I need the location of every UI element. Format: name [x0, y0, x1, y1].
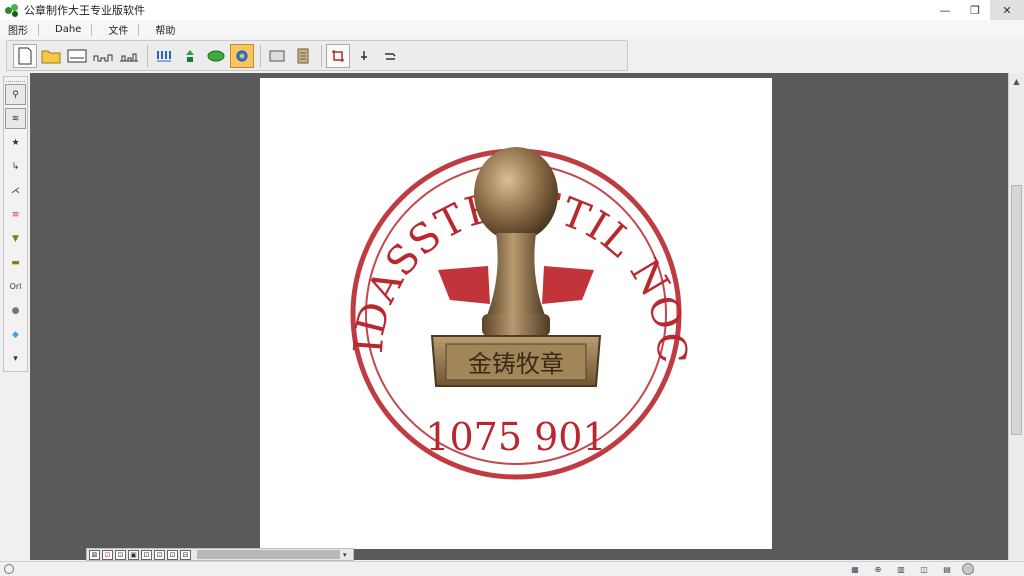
status-layer-icon[interactable]: ▥: [895, 563, 907, 575]
page-button-1[interactable]: ⊠: [89, 549, 100, 560]
close-button[interactable]: ✕: [990, 0, 1024, 20]
status-snap-icon[interactable]: ◫: [918, 563, 930, 575]
stamp-collar: [482, 314, 550, 336]
graph-shape-icon: [120, 53, 138, 61]
document-page[interactable]: YRAIDASSTRETTIL NOCEIK 1075 901 金铸牧章: [260, 78, 772, 549]
stamp-icon: [297, 48, 309, 63]
page-strip-dropdown-icon[interactable]: ▾: [343, 551, 353, 559]
fill-button[interactable]: [204, 44, 228, 68]
rotate-button[interactable]: [352, 44, 376, 68]
menu-divider: [138, 23, 140, 36]
frame-button[interactable]: [265, 44, 289, 68]
page-button-7[interactable]: ⊡: [167, 549, 178, 560]
restore-button[interactable]: ❐: [960, 0, 990, 20]
minimize-button[interactable]: —: [930, 0, 960, 20]
stamp-neck: [486, 233, 546, 318]
layers-icon[interactable]: ≋: [5, 108, 26, 129]
align-button[interactable]: [152, 44, 176, 68]
gradient-tool-icon[interactable]: ≡: [5, 204, 26, 225]
arrow-tool-icon[interactable]: ↳: [5, 156, 26, 177]
crop-button[interactable]: [326, 43, 350, 68]
main-toolbar: [6, 40, 628, 71]
menu-item-help[interactable]: 帮助: [153, 22, 177, 37]
wave-shape-button[interactable]: [91, 44, 115, 68]
line-shape-button[interactable]: [65, 44, 89, 68]
menu-item-dahe[interactable]: Dahe: [53, 24, 83, 35]
menu-divider: [91, 23, 93, 36]
scroll-up-icon[interactable]: ▲: [1009, 73, 1024, 89]
page-button-4[interactable]: ▣: [128, 549, 139, 560]
align-icon: [157, 50, 171, 61]
open-folder-icon: [41, 50, 61, 63]
open-folder-button[interactable]: [39, 44, 63, 68]
crop-icon: [332, 49, 344, 62]
canvas-area[interactable]: YRAIDASSTRETTIL NOCEIK 1075 901 金铸牧章: [30, 73, 1008, 560]
menu-item-file[interactable]: 文件: [106, 22, 130, 37]
page-button-8[interactable]: ⊟: [180, 549, 191, 560]
toolbar-divider: [260, 44, 261, 67]
status-ruler-icon[interactable]: ▤: [941, 563, 953, 575]
menu-divider: [38, 23, 39, 36]
stamp-ring-text-top: YRAIDASSTRETTIL NOCEIK: [260, 78, 695, 365]
fill-tool-icon[interactable]: ▬: [5, 252, 26, 273]
window-title: 公章制作大王专业版软件: [24, 4, 145, 17]
recycle-icon: [186, 49, 194, 62]
star-tool-icon[interactable]: ★: [5, 132, 26, 153]
drop-tool-icon[interactable]: ●: [5, 300, 26, 321]
toolbar-divider: [321, 44, 322, 67]
ribbon-right: [542, 266, 594, 304]
stamp-knob: [474, 147, 558, 241]
menu-bar: 图形 Dahe 文件 帮助: [0, 20, 1024, 39]
text-tool-icon[interactable]: Orl: [5, 276, 26, 297]
app-logo-icon: [4, 2, 20, 18]
recycle-button[interactable]: [178, 44, 202, 68]
lasso-icon[interactable]: ⚲: [5, 84, 26, 105]
flip-icon: [385, 52, 396, 60]
eraser-tool-icon[interactable]: ◆: [5, 324, 26, 345]
fill-icon: [207, 50, 225, 61]
window-controls: — ❐ ✕: [930, 0, 1024, 20]
page-strip-track[interactable]: [197, 550, 340, 559]
scrollbar-thumb[interactable]: [1011, 185, 1022, 435]
new-page-button[interactable]: [13, 43, 37, 68]
status-bar: ▦ ⊕ ▥ ◫ ▤ ◧: [0, 561, 1024, 576]
settings-icon: [236, 50, 248, 61]
page-button-2[interactable]: ⊡: [102, 549, 113, 560]
frame-icon: [269, 50, 285, 61]
page-button-6[interactable]: ⊡: [154, 549, 165, 560]
menu-item-graphics[interactable]: 图形: [6, 22, 30, 37]
page-tab-strip: ⊠ ⊡ ⊡ ▣ ⊡ ⊡ ⊡ ⊟ ▾: [86, 548, 354, 561]
rotate-icon: [361, 50, 367, 60]
paint-tool-icon[interactable]: ▼: [5, 228, 26, 249]
toolbar-divider: [147, 44, 148, 67]
settings-button[interactable]: [230, 43, 254, 68]
graph-shape-button[interactable]: [117, 44, 141, 68]
vertical-scrollbar[interactable]: ▲: [1008, 73, 1024, 560]
stamp-ring-text-bottom: 1075 901: [425, 415, 606, 459]
line-shape-icon: [67, 49, 87, 62]
status-grid-icon[interactable]: ▦: [849, 563, 861, 575]
new-page-icon: [18, 47, 32, 64]
wave-shape-icon: [93, 54, 113, 61]
stamp-artwork: YRAIDASSTRETTIL NOCEIK 1075 901 金铸牧章: [260, 78, 695, 480]
page-button-5[interactable]: ⊡: [141, 549, 152, 560]
tool-palette: ⚲ ≋ ★ ↳ ⋌ ≡ ▼ ▬ Orl ● ◆ ▾: [3, 76, 28, 372]
status-icons: ▦ ⊕ ▥ ◫ ▤ ◧: [838, 563, 976, 575]
stamp-handle-label: 金铸牧章: [468, 350, 564, 378]
title-bar: 公章制作大王专业版软件 — ❐ ✕: [0, 0, 1024, 20]
status-indicator-icon: [4, 564, 14, 574]
status-zoom-icon[interactable]: ⊕: [872, 563, 884, 575]
stamp-button[interactable]: [291, 44, 315, 68]
ribbon-left: [438, 266, 490, 304]
palette-grip[interactable]: [6, 78, 25, 82]
status-progress-icon: [962, 563, 974, 575]
more-tools-icon[interactable]: ▾: [5, 348, 26, 369]
page-button-3[interactable]: ⊡: [115, 549, 126, 560]
flip-button[interactable]: [378, 44, 402, 68]
angle-tool-icon[interactable]: ⋌: [5, 180, 26, 201]
